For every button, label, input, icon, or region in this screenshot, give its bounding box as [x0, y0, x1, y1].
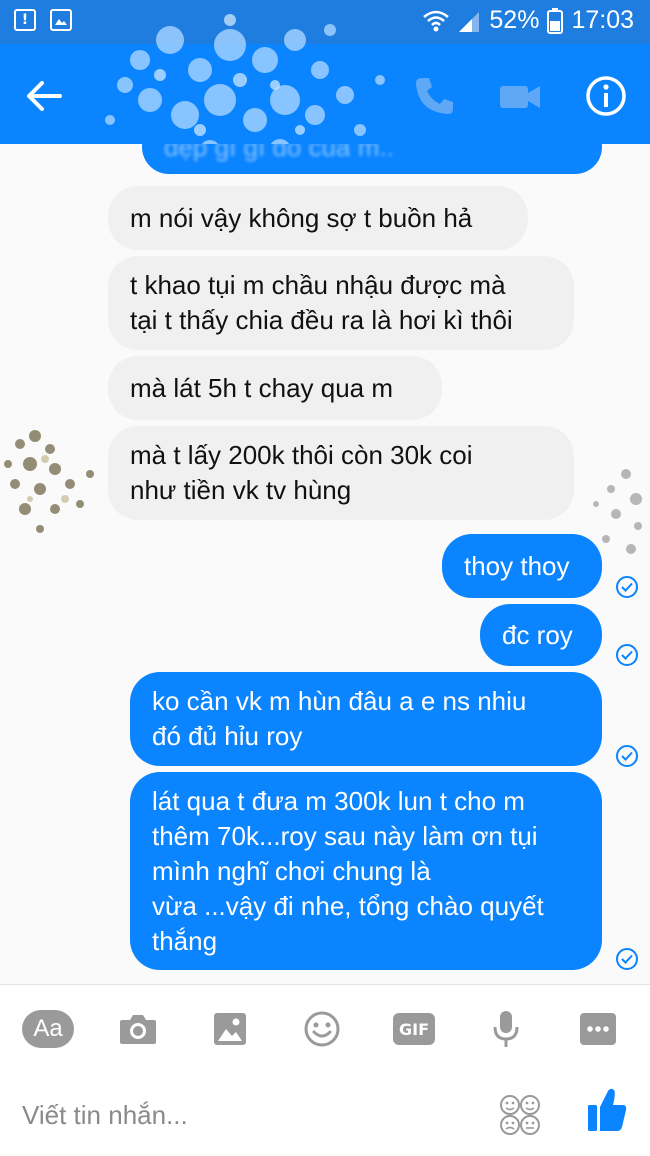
conversation-header	[0, 44, 650, 144]
sent-status-icon	[616, 576, 638, 598]
sent-status-icon	[616, 948, 638, 970]
composer: Aa GIF	[0, 984, 650, 1156]
message-text: m nói vậy không sợ t buồn hả	[130, 202, 473, 233]
incoming-message[interactable]: t khao tụi m chầu nhậu được mà tại t thấ…	[108, 256, 574, 350]
battery-icon	[547, 7, 564, 34]
microphone-icon	[493, 1011, 519, 1047]
outgoing-message[interactable]: đc roy	[480, 604, 602, 666]
message-thread[interactable]: đẹp gì gì đó của m.. m nói vậy không sợ …	[0, 144, 650, 984]
back-arrow-icon[interactable]	[22, 74, 66, 118]
video-camera-icon[interactable]	[496, 72, 544, 120]
message-text: ko cần vk m hùn đâu a e ns nhiu đó đủ hỉ…	[152, 686, 527, 751]
wifi-icon	[423, 10, 450, 31]
message-input[interactable]	[22, 1093, 482, 1137]
clock: 17:03	[571, 6, 634, 34]
outgoing-message[interactable]: ko cần vk m hùn đâu a e ns nhiu đó đủ hỉ…	[130, 672, 602, 766]
outgoing-message[interactable]: thoy thoy	[442, 534, 602, 598]
outgoing-message[interactable]: lát qua t đưa m 300k lun t cho m thêm 70…	[130, 772, 602, 970]
message-text: thoy thoy	[464, 550, 570, 581]
message-text: đc roy	[502, 619, 573, 650]
battery-percent: 52%	[489, 6, 540, 34]
image-icon	[50, 9, 72, 31]
alert-icon: !	[14, 9, 36, 31]
info-icon[interactable]	[582, 72, 630, 120]
message-text: mà lát 5h t chay qua m	[130, 372, 394, 403]
decorative-sparkle	[4, 430, 94, 533]
message-text: mà t lấy 200k thôi còn 30k coi như tiền …	[130, 440, 473, 505]
gif-button[interactable]: GIF	[390, 1005, 438, 1053]
gallery-button[interactable]	[206, 1005, 254, 1053]
message-text: đẹp gì gì đó của m..	[164, 144, 394, 162]
emoji-icon	[304, 1011, 340, 1047]
gallery-icon	[214, 1013, 246, 1045]
camera-icon	[120, 1015, 156, 1044]
incoming-message[interactable]: mà lát 5h t chay qua m	[108, 356, 442, 420]
outgoing-message[interactable]: đẹp gì gì đó của m..	[142, 144, 602, 174]
incoming-message[interactable]: m nói vậy không sợ t buồn hả	[108, 186, 528, 250]
more-icon	[580, 1013, 616, 1045]
sticker-icon[interactable]	[498, 1093, 542, 1137]
more-button[interactable]	[574, 1005, 622, 1053]
aa-label: Aa	[22, 1010, 74, 1048]
sent-status-icon	[616, 745, 638, 767]
sent-status-icon	[616, 644, 638, 666]
message-text: lát qua t đưa m 300k lun t cho m thêm 70…	[152, 785, 544, 956]
gif-label: GIF	[393, 1013, 435, 1045]
contact-name[interactable]	[120, 76, 350, 112]
text-format-button[interactable]: Aa	[22, 1005, 74, 1053]
thumbs-up-icon[interactable]	[586, 1085, 628, 1135]
camera-button[interactable]	[114, 1005, 162, 1053]
incoming-message[interactable]: mà t lấy 200k thôi còn 30k coi như tiền …	[108, 426, 574, 520]
status-bar: ! 52% 17:03	[0, 0, 650, 44]
signal-icon	[459, 11, 480, 32]
emoji-button[interactable]	[298, 1005, 346, 1053]
voice-button[interactable]	[482, 1005, 530, 1053]
message-text: t khao tụi m chầu nhậu được mà tại t thấ…	[130, 270, 513, 335]
phone-icon[interactable]	[410, 72, 458, 120]
